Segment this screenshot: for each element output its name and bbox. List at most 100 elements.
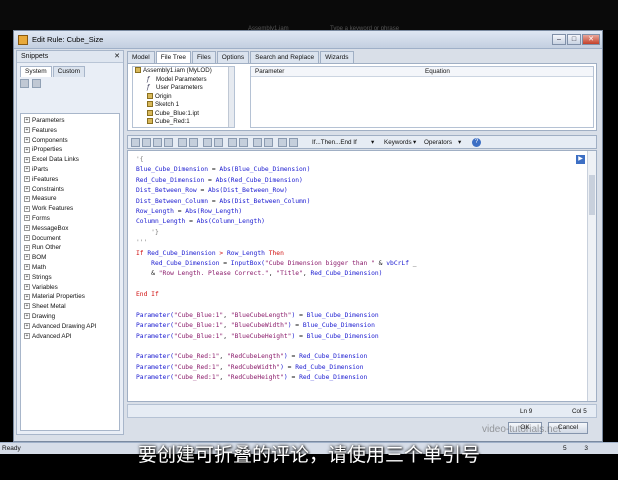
snippet-category-item[interactable]: + Advanced Drawing API [21,322,119,332]
expand-plus-icon[interactable]: + [24,195,30,202]
code-line[interactable]: Parameter("Cube_Red:1", "RedCubeHeight")… [136,373,417,383]
code-line[interactable]: Parameter("Cube_Red:1", "RedCubeLength")… [136,352,417,362]
code-line[interactable]: If Red_Cube_Dimension > Row_Length Then [136,249,417,259]
snippet-category-item[interactable]: + Strings [21,273,119,283]
code-line[interactable]: Blue_Cube_Dimension = Abs(Blue_Cube_Dime… [136,165,417,175]
code-line[interactable]: Parameter("Cube_Blue:1", "BlueCubeHeight… [136,332,417,342]
snippet-category-item[interactable]: + Parameters [21,116,119,126]
tree-node[interactable]: Cube_Red:1 [133,118,234,127]
paste-icon[interactable] [153,138,162,147]
tree-node[interactable]: Sketch 1 [133,101,234,110]
close-button[interactable]: ✕ [582,34,600,45]
snippet-category-item[interactable]: + Measure [21,194,119,204]
code-line[interactable]: '} [136,228,417,238]
snippet-tool-icon[interactable] [20,79,29,88]
expand-plus-icon[interactable]: + [24,215,30,222]
snippet-category-item[interactable]: + Sheet Metal [21,302,119,312]
code-editor[interactable]: '{Blue_Cube_Dimension = Abs(Blue_Cube_Di… [127,150,597,402]
redo-icon[interactable] [214,138,223,147]
expand-plus-icon[interactable]: + [24,313,30,320]
expand-plus-icon[interactable]: + [24,176,30,183]
tree-node[interactable]: Assembly1.iam (MyLOD) [133,67,234,76]
snippet-category-item[interactable]: + Forms [21,214,119,224]
tab-file-tree[interactable]: File Tree [155,51,192,63]
maximize-button[interactable]: □ [567,34,581,45]
tree-node[interactable]: Origin [133,93,234,102]
tree-node[interactable]: f User Parameters [133,84,234,93]
operators-menu[interactable]: Operators [424,138,452,147]
outdent-icon[interactable] [239,138,248,147]
expand-plus-icon[interactable]: + [24,264,30,271]
snippet-category-item[interactable]: + Math [21,263,119,273]
expand-plus-icon[interactable]: + [24,225,30,232]
delete-icon[interactable] [164,138,173,147]
tree-node[interactable]: Cube_Blue:1.ipt [133,110,234,119]
snippets-close-icon[interactable]: ✕ [114,52,120,60]
operators-dropdown-icon[interactable]: ▾ [458,138,461,147]
snippet-category-item[interactable]: + iFeatures [21,175,119,185]
expand-plus-icon[interactable]: + [24,293,30,300]
copy-icon[interactable] [142,138,151,147]
expand-plus-icon[interactable]: + [24,332,30,339]
snippet-tool-icon[interactable] [32,79,41,88]
tab-files[interactable]: Files [192,51,216,63]
minimize-button[interactable]: – [552,34,566,45]
tree-node[interactable]: f Model Parameters [133,76,234,85]
expand-plus-icon[interactable]: + [24,254,30,261]
help-icon[interactable]: ? [472,138,481,147]
code-line[interactable]: Parameter("Cube_Blue:1", "BlueCubeWidth"… [136,321,417,331]
replace-icon[interactable] [189,138,198,147]
code-line[interactable]: Red_Cube_Dimension = Abs(Red_Cube_Dimens… [136,176,417,186]
code-line[interactable] [136,342,417,352]
expand-plus-icon[interactable]: + [24,244,30,251]
expand-plus-icon[interactable]: + [24,205,30,212]
code-line[interactable] [136,280,417,290]
code-text[interactable]: '{Blue_Cube_Dimension = Abs(Blue_Cube_Di… [136,155,417,384]
expand-plus-icon[interactable]: + [24,303,30,310]
tab-wizards[interactable]: Wizards [320,51,354,63]
snippet-category-item[interactable]: + Constraints [21,185,119,195]
format-icon[interactable] [289,138,298,147]
expand-plus-icon[interactable]: + [24,185,30,192]
code-line[interactable]: Row_Length = Abs(Row_Length) [136,207,417,217]
expand-plus-icon[interactable]: + [24,156,30,163]
expand-plus-icon[interactable]: + [24,117,30,124]
indent-icon[interactable] [228,138,237,147]
tab-custom[interactable]: Custom [52,66,86,77]
keywords-dropdown-icon[interactable]: ▾ [413,138,416,147]
uncomment-icon[interactable] [264,138,273,147]
code-line[interactable]: Dist_Between_Row = Abs(Dist_Between_Row) [136,186,417,196]
snippet-category-item[interactable]: + Features [21,126,119,136]
expand-plus-icon[interactable]: + [24,323,30,330]
expand-plus-icon[interactable]: + [24,166,30,173]
expand-plus-icon[interactable]: + [24,146,30,153]
keywords-menu[interactable]: Keywords [384,138,412,147]
code-line[interactable]: Column_Length = Abs(Column_Length) [136,217,417,227]
expand-plus-icon[interactable]: + [24,274,30,281]
tab-system[interactable]: System [20,66,52,77]
snippet-category-item[interactable]: + Components [21,136,119,146]
find-icon[interactable] [178,138,187,147]
code-line[interactable]: & "Row Length. Please Correct.", "Title"… [136,269,417,279]
bookmark-icon[interactable] [278,138,287,147]
expand-plus-icon[interactable]: + [24,136,30,143]
snippet-category-item[interactable]: + Run Other [21,243,119,253]
editor-scrollbar[interactable] [587,151,596,401]
expand-plus-icon[interactable]: + [24,283,30,290]
tab-model[interactable]: Model [127,51,155,63]
snippet-category-item[interactable]: + MessageBox [21,224,119,234]
snippet-category-item[interactable]: + Advanced API [21,332,119,342]
scrollbar-thumb[interactable] [589,175,595,215]
tab-search-and-replace[interactable]: Search and Replace [250,51,320,63]
expand-arrow-icon[interactable]: ▶ [576,155,585,164]
expand-plus-icon[interactable]: + [24,234,30,241]
code-line[interactable]: Dist_Between_Column = Abs(Dist_Between_C… [136,197,417,207]
snippet-category-item[interactable]: + Document [21,234,119,244]
code-line[interactable]: Red_Cube_Dimension = InputBox("Cube Dime… [136,259,416,269]
snippet-category-item[interactable]: + Work Features [21,204,119,214]
tree-scrollbar[interactable] [228,67,234,127]
code-line[interactable]: '{ [136,155,417,165]
cut-icon[interactable] [131,138,140,147]
undo-icon[interactable] [203,138,212,147]
snippet-category-item[interactable]: + Material Properties [21,292,119,302]
